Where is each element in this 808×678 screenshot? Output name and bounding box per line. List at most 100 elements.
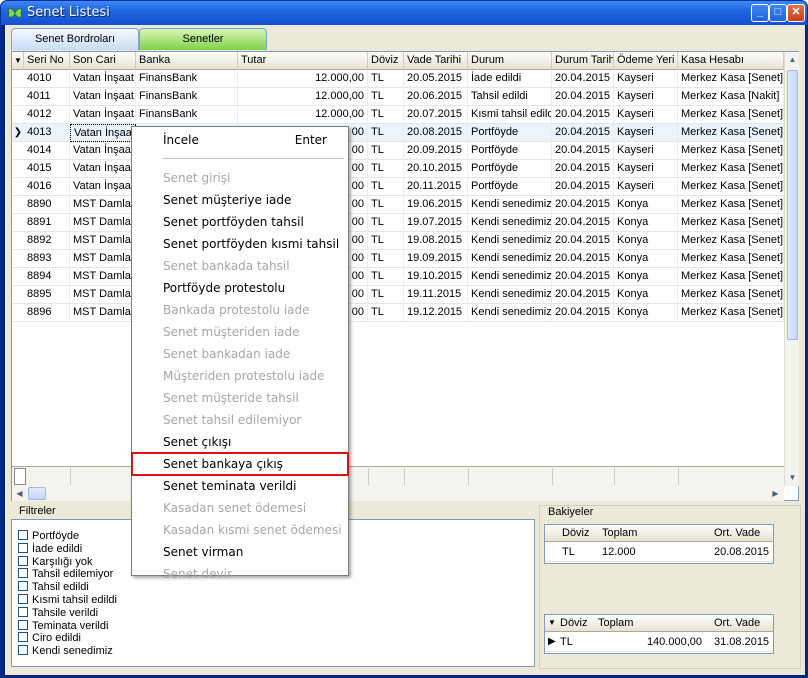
cell-seri-no: 8893	[24, 250, 70, 268]
table-row[interactable]: ❯ 4013 Vatan İnşaat 00 TL 20.08.2015 Portföyde…	[12, 124, 784, 142]
table-row[interactable]: 4010Vatan İnşaat Müdendislik MimarlıkFin…	[12, 70, 784, 88]
footer-indicator-icon[interactable]	[14, 468, 26, 485]
horizontal-scroll-thumb[interactable]	[28, 487, 46, 500]
table-row[interactable]: 4012Vatan İnşaat Müdendislik MimarlıkFin…	[12, 106, 784, 124]
scroll-up-icon[interactable]: ▲	[785, 52, 800, 67]
column-header-doviz[interactable]: Döviz	[368, 52, 404, 70]
column-header-tutar[interactable]: Tutar	[238, 52, 368, 70]
scroll-left-icon[interactable]: ◀	[12, 486, 27, 501]
checkbox-icon[interactable]	[18, 568, 28, 579]
filter-checkbox[interactable]: Portföyde	[18, 530, 79, 543]
table-row[interactable]: 8894 MST Damlam 00 TL 19.10.2015 Kendi senedi…	[12, 268, 784, 286]
menu-item[interactable]: Senet girişi	[133, 167, 347, 189]
column-header-kasa-hesabi[interactable]: Kasa Hesabı	[678, 52, 784, 70]
menu-item[interactable]: Senet çıkışı	[133, 431, 347, 453]
horizontal-scrollbar[interactable]: ◀ ▶	[12, 486, 784, 501]
cell-doviz: TL	[368, 178, 404, 196]
table-row[interactable]: 8890 MST Damlam 00 TL 19.06.2015 Kendi senedi…	[12, 196, 784, 214]
menu-item[interactable]: Senet bankadan iade	[133, 343, 347, 365]
menu-item[interactable]: Senet bankada tahsil	[133, 255, 347, 277]
filter-label: Tahsil edilemiyor	[32, 568, 114, 581]
balances-bottom-table: ▼ Döviz Toplam Ort. Vade ▶ TL 140.000,00…	[544, 614, 774, 654]
cell-tutar: 12.000,00	[238, 70, 368, 88]
vertical-scroll-thumb[interactable]	[787, 70, 798, 340]
cell-kasa-hesabi: Merkez Kasa [Senet]	[678, 214, 784, 232]
checkbox-icon[interactable]	[18, 606, 28, 617]
table-row[interactable]: 8892 MST Damlam 00 TL 19.08.2015 Kendi senedi…	[12, 232, 784, 250]
filter-checkbox[interactable]: Karşılığı yok	[18, 555, 93, 569]
column-header-seri-no[interactable]: Seri No	[24, 52, 70, 70]
table-row[interactable]: 8891 MST Damlam 00 TL 19.07.2015 Kendi senedi…	[12, 214, 784, 232]
menu-item-label: Senet müşteriye iade	[163, 193, 292, 207]
menu-item[interactable]: Senet müşteriden iade	[133, 321, 347, 343]
filter-checkbox[interactable]: İade edildi	[18, 542, 82, 556]
checkbox-icon[interactable]	[18, 594, 28, 604]
filter-checkbox[interactable]: Tahsile verildi	[18, 606, 98, 620]
column-header-durum[interactable]: Durum	[468, 52, 552, 70]
minimize-button[interactable]: _	[751, 4, 769, 22]
cell-kasa-hesabi: Merkez Kasa [Senet]	[678, 304, 784, 322]
menu-item[interactable]: İncele Enter	[133, 129, 347, 151]
menu-item[interactable]: Kasadan senet ödemesi	[133, 497, 347, 519]
table-row[interactable]: 8895 MST Damlam 00 TL 19.11.2015 Kendi senedi…	[12, 286, 784, 304]
column-header-odeme-yeri[interactable]: Ödeme Yeri	[614, 52, 678, 70]
balances-top-row[interactable]: TL 12.000 20.08.2015	[545, 544, 773, 562]
tab-senet-bordrolari[interactable]: Senet Bordroları	[11, 28, 139, 50]
filter-checkbox[interactable]: Kısmi tahsil edildi	[18, 594, 117, 607]
menu-item[interactable]: Kasadan kısmi senet ödemesi	[133, 519, 347, 541]
menu-item[interactable]: Bankada protestolu iade	[133, 299, 347, 321]
balances-top-header: Döviz Toplam Ort. Vade	[545, 525, 773, 542]
filter-checkbox[interactable]: Tahsil edildi	[18, 581, 89, 594]
checkbox-icon[interactable]	[18, 581, 28, 592]
column-header-banka[interactable]: Banka	[136, 52, 238, 70]
cell-seri-no: 8890	[24, 196, 70, 214]
menu-item[interactable]: Portföyde protestolu	[133, 277, 347, 299]
cell-durum: Kendi senedimiz	[468, 268, 552, 286]
table-row[interactable]: 4011Vatan İnşaat Müdendislik MimarlıkFin…	[12, 88, 784, 106]
column-header-vade-tarihi[interactable]: Vade Tarihi	[404, 52, 468, 70]
table-row[interactable]: 4016 Vatan İnşaat 00 TL 20.11.2015 Portföyde 2…	[12, 178, 784, 196]
menu-item[interactable]: Senet bankaya çıkış	[131, 452, 349, 476]
checkbox-icon[interactable]	[18, 542, 28, 553]
cell-durum-tarih: 20.04.2015	[552, 268, 614, 286]
scroll-right-icon[interactable]: ▶	[768, 486, 783, 501]
cell-seri-no: 8891	[24, 214, 70, 232]
cell-son-cari: Vatan İnşaat Müdendislik Mimarlık	[70, 106, 136, 124]
cell-vade-tarihi: 20.06.2015	[404, 88, 468, 106]
column-chooser-icon[interactable]: ▼	[545, 615, 556, 632]
table-row[interactable]: 8896 MST Damlam 00 TL 19.12.2015 Kendi senedi…	[12, 304, 784, 322]
close-button[interactable]: ✕	[787, 4, 805, 22]
column-header-son-cari[interactable]: Son Cari	[70, 52, 136, 70]
scroll-down-icon[interactable]: ▼	[785, 470, 800, 485]
checkbox-icon[interactable]	[18, 632, 28, 643]
checkbox-icon[interactable]	[18, 555, 28, 566]
tab-senetler[interactable]: Senetler	[139, 28, 267, 50]
table-row[interactable]: 4015 Vatan İnşaat 00 TL 20.10.2015 Portföyde 2…	[12, 160, 784, 178]
menu-item[interactable]: Senet virman	[133, 541, 347, 563]
menu-item[interactable]: Senet müşteride tahsil	[133, 387, 347, 409]
menu-item[interactable]: Senet tahsil edilemiyor	[133, 409, 347, 431]
filter-checkbox[interactable]: Tahsil edilemiyor	[18, 568, 113, 581]
checkbox-icon[interactable]	[18, 619, 28, 630]
filter-checkbox[interactable]: Ciro edildi	[18, 632, 81, 645]
menu-item-label: Müşteriden protestolu iade	[163, 369, 325, 383]
menu-item[interactable]: Senet devir	[133, 563, 347, 585]
menu-item[interactable]: Senet müşteriye iade	[133, 189, 347, 211]
filter-checkbox[interactable]: Kendi senedimiz	[18, 645, 113, 658]
maximize-button[interactable]: □	[769, 4, 787, 22]
column-header-durum-tarih[interactable]: Durum Tarih	[552, 52, 614, 70]
table-row[interactable]: 4014 Vatan İnşaat 00 TL 20.09.2015 Portföyde 2…	[12, 142, 784, 160]
column-chooser-icon[interactable]: ▼	[12, 52, 24, 70]
menu-item[interactable]: Senet teminata verildi	[133, 475, 347, 497]
cell-banka: FinansBank	[136, 88, 238, 106]
menu-item[interactable]: Senet portföyden tahsil	[133, 211, 347, 233]
checkbox-icon[interactable]	[18, 645, 28, 656]
menu-item[interactable]: Senet portföyden kısmi tahsil	[133, 233, 347, 255]
filter-checkbox[interactable]: Teminata verildi	[18, 619, 108, 633]
balances-bottom-row[interactable]: ▶ TL 140.000,00 31.08.2015	[545, 634, 773, 652]
checkbox-icon[interactable]	[18, 530, 28, 540]
menu-item[interactable]: Müşteriden protestolu iade	[133, 365, 347, 387]
vertical-scrollbar[interactable]: ▲ ▼	[784, 52, 799, 486]
table-row[interactable]: 8893 MST Damlam 00 TL 19.09.2015 Kendi senedi…	[12, 250, 784, 268]
title-bar[interactable]: Senet Listesi _ □ ✕	[1, 1, 807, 25]
